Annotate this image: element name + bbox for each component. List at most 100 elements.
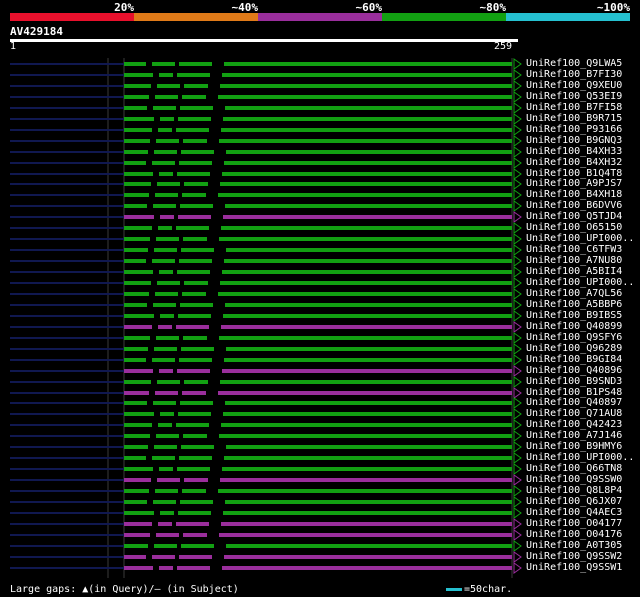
hit-gap <box>153 369 159 373</box>
hit-row[interactable] <box>10 244 522 256</box>
hit-gap <box>212 555 224 559</box>
hit-row[interactable] <box>10 310 522 322</box>
hit-label[interactable]: UniRef100_Q9LWA5 <box>526 58 622 69</box>
hit-label[interactable]: UniRef100_A5BBP6 <box>526 299 622 310</box>
hit-row[interactable] <box>10 376 522 388</box>
hit-label[interactable]: UniRef100_Q9SSW0 <box>526 474 622 485</box>
hit-row[interactable] <box>10 518 522 530</box>
hit-label[interactable]: UniRef100_A9PJS7 <box>526 178 622 189</box>
hit-row[interactable] <box>10 343 522 355</box>
hit-row[interactable] <box>10 562 522 574</box>
hit-label[interactable]: UniRef100_Q5TJD4 <box>526 211 622 222</box>
hit-row[interactable] <box>10 288 522 300</box>
hit-row[interactable] <box>10 146 522 158</box>
hit-label[interactable]: UniRef100_O04177 <box>526 518 622 529</box>
hit-label[interactable]: UniRef100_A7J146 <box>526 430 622 441</box>
hit-label[interactable]: UniRef100_B9IBS5 <box>526 310 622 321</box>
hit-label[interactable]: UniRef100_A5BII4 <box>526 266 622 277</box>
hit-label[interactable]: UniRef100_UPI000.. <box>526 277 634 288</box>
hit-label[interactable]: UniRef100_Q40897 <box>526 397 622 408</box>
hit-row[interactable] <box>10 58 522 70</box>
hit-label[interactable]: UniRef100_O04176 <box>526 529 622 540</box>
hit-row[interactable] <box>10 124 522 136</box>
hit-label[interactable]: UniRef100_C6TFW3 <box>526 244 622 255</box>
hit-gap <box>212 161 224 165</box>
hit-row[interactable] <box>10 551 522 563</box>
hit-label[interactable]: UniRef100_B9GI84 <box>526 354 622 365</box>
hit-row[interactable] <box>10 332 522 344</box>
hit-label[interactable]: UniRef100_Q66TN8 <box>526 463 622 474</box>
hit-row[interactable] <box>10 485 522 497</box>
hit-row[interactable] <box>10 135 522 147</box>
hit-end-arrow <box>513 441 522 453</box>
hit-row[interactable] <box>10 189 522 201</box>
hit-label[interactable]: UniRef100_Q6JX07 <box>526 496 622 507</box>
hit-row[interactable] <box>10 419 522 431</box>
hit-label[interactable]: UniRef100_Q42423 <box>526 419 622 430</box>
hit-label[interactable]: UniRef100_B9GNQ3 <box>526 135 622 146</box>
hit-label[interactable]: UniRef100_UPI000.. <box>526 452 634 463</box>
hit-row[interactable] <box>10 397 522 409</box>
hit-row[interactable] <box>10 321 522 333</box>
hit-row[interactable] <box>10 540 522 552</box>
hit-row[interactable] <box>10 408 522 420</box>
hit-row[interactable] <box>10 255 522 267</box>
hit-row[interactable] <box>10 496 522 508</box>
hit-label[interactable]: UniRef100_Q71AU8 <box>526 408 622 419</box>
hit-label[interactable]: UniRef100_B7FI58 <box>526 102 622 113</box>
hit-row[interactable] <box>10 277 522 289</box>
hit-label[interactable]: UniRef100_A7QL56 <box>526 288 622 299</box>
hit-label[interactable]: UniRef100_B4XH32 <box>526 157 622 168</box>
hit-label[interactable]: UniRef100_B4XH18 <box>526 189 622 200</box>
hit-row[interactable] <box>10 69 522 81</box>
hit-row[interactable] <box>10 463 522 475</box>
hit-row[interactable] <box>10 365 522 377</box>
hit-alignment-bar <box>124 62 512 66</box>
hit-row[interactable] <box>10 452 522 464</box>
hit-row[interactable] <box>10 211 522 223</box>
hit-label[interactable]: UniRef100_Q96289 <box>526 343 622 354</box>
hit-label[interactable]: UniRef100_B6DVV6 <box>526 200 622 211</box>
hit-row[interactable] <box>10 222 522 234</box>
hit-row[interactable] <box>10 102 522 114</box>
hit-label[interactable]: UniRef100_P93166 <box>526 124 622 135</box>
hit-row[interactable] <box>10 157 522 169</box>
hit-row[interactable] <box>10 113 522 125</box>
hit-row[interactable] <box>10 441 522 453</box>
hit-label[interactable]: UniRef100_O65150 <box>526 222 622 233</box>
hit-row[interactable] <box>10 354 522 366</box>
hit-row[interactable] <box>10 529 522 541</box>
hit-label[interactable]: UniRef100_B9R715 <box>526 113 622 124</box>
hit-label[interactable]: UniRef100_Q53EI9 <box>526 91 622 102</box>
hit-row[interactable] <box>10 474 522 486</box>
hit-label[interactable]: UniRef100_Q9SFY6 <box>526 332 622 343</box>
hit-row[interactable] <box>10 178 522 190</box>
hit-label[interactable]: UniRef100_B4XH33 <box>526 146 622 157</box>
hit-label[interactable]: UniRef100_Q40896 <box>526 365 622 376</box>
hit-row[interactable] <box>10 91 522 103</box>
hit-end-arrow <box>513 168 522 180</box>
hit-label[interactable]: UniRef100_Q9SSW1 <box>526 562 622 573</box>
hit-row[interactable] <box>10 80 522 92</box>
hit-end-arrow <box>513 474 522 486</box>
hit-label[interactable]: UniRef100_B9HMY6 <box>526 441 622 452</box>
hit-row[interactable] <box>10 507 522 519</box>
hit-gap <box>175 456 179 460</box>
hit-label[interactable]: UniRef100_Q4AEC3 <box>526 507 622 518</box>
hit-label[interactable]: UniRef100_A0T305 <box>526 540 622 551</box>
hit-label[interactable]: UniRef100_Q9SSW2 <box>526 551 622 562</box>
hit-row[interactable] <box>10 430 522 442</box>
hit-row[interactable] <box>10 233 522 245</box>
hit-row[interactable] <box>10 168 522 180</box>
hit-label[interactable]: UniRef100_Q9XEU0 <box>526 80 622 91</box>
hit-label[interactable]: UniRef100_UPI000.. <box>526 233 634 244</box>
hit-label[interactable]: UniRef100_A7NU80 <box>526 255 622 266</box>
hit-label[interactable]: UniRef100_B9SND3 <box>526 376 622 387</box>
hit-label[interactable]: UniRef100_Q8L8P4 <box>526 485 622 496</box>
hit-row[interactable] <box>10 387 522 399</box>
hit-row[interactable] <box>10 299 522 311</box>
hit-label[interactable]: UniRef100_Q40899 <box>526 321 622 332</box>
hit-row[interactable] <box>10 200 522 212</box>
hit-row[interactable] <box>10 266 522 278</box>
hit-label[interactable]: UniRef100_B7FI30 <box>526 69 622 80</box>
